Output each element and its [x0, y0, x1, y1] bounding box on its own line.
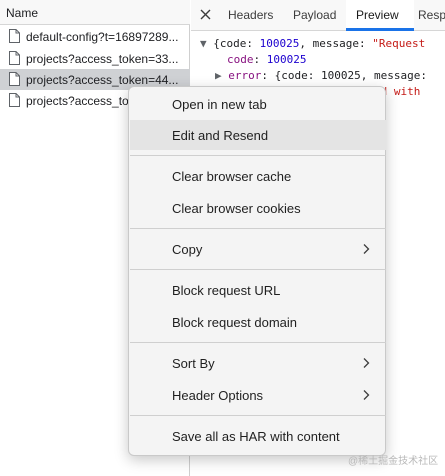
- tab-headers[interactable]: Headers: [228, 8, 273, 22]
- menu-item-edit-and-resend[interactable]: Edit and Resend: [130, 120, 386, 150]
- menu-separator: [130, 269, 386, 270]
- json-code-line: code: 100025: [227, 53, 307, 66]
- menu-item-clear-browser-cache[interactable]: Clear browser cache: [130, 161, 386, 191]
- context-menu: Open in new tab Edit and Resend Clear br…: [128, 86, 386, 456]
- menu-item-open-in-new-tab[interactable]: Open in new tab: [130, 89, 386, 119]
- request-name: default-config?t=16897289...: [26, 30, 179, 44]
- close-icon[interactable]: [199, 8, 212, 21]
- request-name: projects?access_token=33...: [26, 52, 179, 66]
- tab-payload[interactable]: Payload: [293, 8, 336, 22]
- watermark: @稀土掘金技术社区: [348, 456, 439, 467]
- chevron-right-icon: [363, 390, 370, 400]
- name-column-label: Name: [6, 6, 39, 20]
- chevron-right-icon: [363, 358, 370, 368]
- document-icon: [9, 51, 20, 65]
- menu-item-copy[interactable]: Copy: [130, 234, 386, 264]
- menu-item-clear-browser-cookies[interactable]: Clear browser cookies: [130, 193, 386, 223]
- expand-triangle-icon[interactable]: ▼: [200, 37, 207, 50]
- tab-response[interactable]: Resp: [418, 8, 445, 22]
- menu-separator: [130, 155, 386, 156]
- collapse-triangle-icon[interactable]: ▶: [215, 69, 222, 82]
- name-column-header[interactable]: Name: [0, 0, 190, 25]
- tab-preview[interactable]: Preview: [356, 8, 399, 22]
- menu-item-block-request-url[interactable]: Block request URL: [130, 275, 386, 305]
- menu-separator: [130, 228, 386, 229]
- menu-separator: [130, 415, 386, 416]
- request-row[interactable]: default-config?t=16897289...: [0, 26, 190, 47]
- menu-item-save-all-as-har[interactable]: Save all as HAR with content: [130, 421, 386, 451]
- menu-item-sort-by[interactable]: Sort By: [130, 348, 386, 378]
- menu-separator: [130, 342, 386, 343]
- menu-item-block-request-domain[interactable]: Block request domain: [130, 307, 386, 337]
- request-row[interactable]: projects?access_token=33...: [0, 48, 190, 69]
- document-icon: [9, 93, 20, 107]
- json-root-line[interactable]: ▼ {code: 100025, message: "Request: [200, 37, 425, 50]
- document-icon: [9, 72, 20, 86]
- request-name: projects?access_token=44...: [26, 73, 179, 87]
- json-error-line[interactable]: ▶ error: {code: 100025, message:: [215, 69, 427, 82]
- chevron-right-icon: [363, 244, 370, 254]
- document-icon: [9, 29, 20, 43]
- menu-item-header-options[interactable]: Header Options: [130, 380, 386, 410]
- details-tabbar: Headers Payload Preview Resp: [191, 0, 445, 31]
- active-tab-indicator: [346, 28, 414, 31]
